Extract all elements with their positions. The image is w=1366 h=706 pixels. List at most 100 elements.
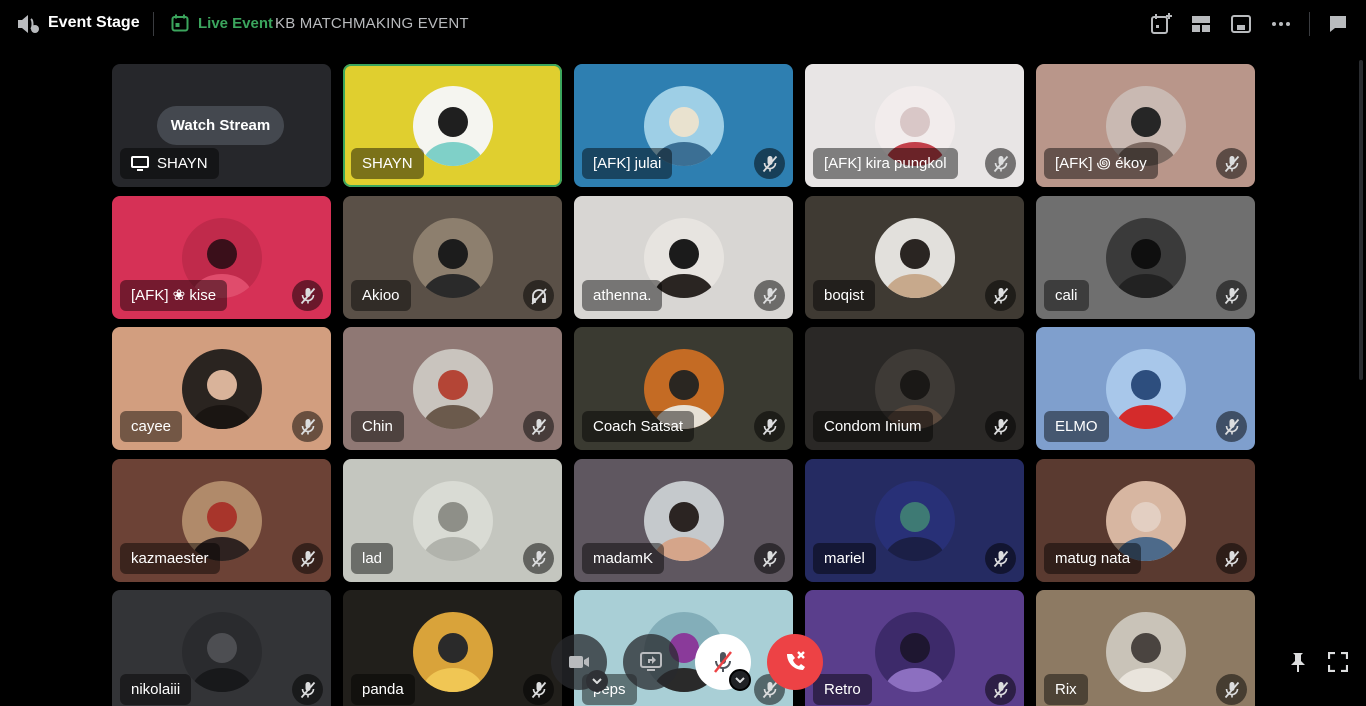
participant-tile[interactable]: nikolaiii bbox=[112, 590, 331, 706]
participant-tile[interactable]: mariel bbox=[805, 459, 1024, 582]
participant-name: cali bbox=[1044, 280, 1089, 311]
participant-tile[interactable]: Coach Satsat bbox=[574, 327, 793, 450]
participant-tile[interactable]: cali bbox=[1036, 196, 1255, 319]
participant-name: [AFK] kira pungkol bbox=[813, 148, 958, 179]
muted-badge bbox=[985, 148, 1016, 179]
pin-icon bbox=[1291, 653, 1305, 672]
microphone-muted-icon bbox=[300, 681, 315, 698]
camera-options-button[interactable] bbox=[586, 670, 608, 692]
participant-tile[interactable]: SHAYN bbox=[343, 64, 562, 187]
avatar bbox=[874, 217, 955, 298]
muted-badge bbox=[1216, 411, 1247, 442]
participant-tile[interactable]: madamK bbox=[574, 459, 793, 582]
participant-name: [AFK] julai bbox=[582, 148, 673, 179]
more-options-button[interactable] bbox=[1269, 12, 1293, 36]
layout-icon bbox=[1192, 16, 1210, 32]
microphone-muted-icon bbox=[993, 287, 1008, 304]
participant-name: ELMO bbox=[1044, 411, 1109, 442]
participant-tile[interactable]: matug nata bbox=[1036, 459, 1255, 582]
microphone-muted-icon bbox=[1224, 418, 1239, 435]
fullscreen-button[interactable] bbox=[1326, 650, 1350, 674]
participant-name: matug nata bbox=[1044, 543, 1142, 574]
participant-tile[interactable]: [AFK] ꩜ ékoy bbox=[1036, 64, 1255, 187]
popout-icon bbox=[1231, 15, 1251, 33]
avatar bbox=[874, 480, 955, 561]
chat-button[interactable] bbox=[1326, 12, 1350, 36]
screen-share-icon bbox=[640, 652, 662, 671]
participant-name: Chin bbox=[351, 411, 404, 442]
participant-tile[interactable]: athenna. bbox=[574, 196, 793, 319]
participant-tile[interactable]: Akioo bbox=[343, 196, 562, 319]
leave-call-button[interactable] bbox=[767, 634, 823, 690]
microphone-muted-icon bbox=[993, 155, 1008, 172]
header-divider bbox=[1309, 12, 1310, 36]
participant-tile[interactable]: lad bbox=[343, 459, 562, 582]
scrollbar[interactable] bbox=[1359, 60, 1363, 380]
participant-tile[interactable]: boqist bbox=[805, 196, 1024, 319]
chat-icon bbox=[1330, 16, 1346, 32]
muted-badge bbox=[292, 543, 323, 574]
participant-name: Akioo bbox=[351, 280, 411, 311]
leave-call-icon bbox=[787, 651, 805, 670]
muted-badge bbox=[754, 543, 785, 574]
participant-name: Condom Inium bbox=[813, 411, 933, 442]
participant-tile[interactable]: peps bbox=[574, 590, 793, 706]
streamer-name: SHAYN bbox=[157, 155, 208, 172]
fullscreen-icon bbox=[1328, 652, 1348, 672]
participant-name: Coach Satsat bbox=[582, 411, 695, 442]
layout-button[interactable] bbox=[1189, 12, 1213, 36]
add-event-button[interactable] bbox=[1149, 12, 1173, 36]
microphone-muted-icon bbox=[531, 550, 546, 567]
header-divider bbox=[153, 12, 154, 36]
participant-name: panda bbox=[351, 674, 415, 705]
avatar bbox=[1105, 348, 1186, 429]
more-icon bbox=[1272, 22, 1290, 26]
muted-badge bbox=[754, 411, 785, 442]
calendar-icon bbox=[171, 14, 189, 32]
screen-share-button[interactable] bbox=[623, 634, 679, 690]
avatar bbox=[412, 85, 493, 166]
microphone-muted-icon bbox=[1224, 550, 1239, 567]
screen-share-icon bbox=[131, 155, 149, 171]
microphone-muted-icon bbox=[762, 287, 777, 304]
participant-tile[interactable]: Condom Inium bbox=[805, 327, 1024, 450]
participant-name: SHAYN bbox=[351, 148, 424, 179]
avatar bbox=[874, 611, 955, 692]
muted-badge bbox=[292, 411, 323, 442]
microphone-muted-icon bbox=[1224, 681, 1239, 698]
participant-tile[interactable]: [AFK] ❀ kise bbox=[112, 196, 331, 319]
popout-button[interactable] bbox=[1229, 12, 1253, 36]
header-bar: Event Stage Live Event KB MATCHMAKING EV… bbox=[0, 0, 1366, 48]
participant-tile[interactable]: [AFK] julai bbox=[574, 64, 793, 187]
participant-tile[interactable]: cayee bbox=[112, 327, 331, 450]
participant-tile[interactable]: Retro bbox=[805, 590, 1024, 706]
participant-name: [AFK] ❀ kise bbox=[120, 280, 228, 311]
watch-stream-button[interactable]: Watch Stream bbox=[157, 106, 284, 145]
stream-tile[interactable]: Watch Stream SHAYN bbox=[112, 64, 331, 187]
muted-badge bbox=[985, 411, 1016, 442]
participant-tile[interactable]: kazmaester bbox=[112, 459, 331, 582]
participant-tile[interactable]: Rix bbox=[1036, 590, 1255, 706]
add-event-icon bbox=[1151, 13, 1172, 34]
pin-button[interactable] bbox=[1286, 650, 1310, 674]
muted-badge bbox=[985, 280, 1016, 311]
participant-name: mariel bbox=[813, 543, 876, 574]
microphone-options-button[interactable] bbox=[729, 669, 751, 691]
participant-name: athenna. bbox=[582, 280, 663, 311]
participant-tile[interactable]: [AFK] kira pungkol bbox=[805, 64, 1024, 187]
microphone-muted-icon bbox=[300, 550, 315, 567]
microphone-muted-icon bbox=[714, 651, 732, 673]
muted-badge bbox=[754, 280, 785, 311]
participant-name: [AFK] ꩜ ékoy bbox=[1044, 148, 1158, 179]
muted-badge bbox=[1216, 148, 1247, 179]
participant-tile[interactable]: ELMO bbox=[1036, 327, 1255, 450]
microphone-muted-icon bbox=[531, 418, 546, 435]
muted-badge bbox=[985, 674, 1016, 705]
participant-tile[interactable]: panda bbox=[343, 590, 562, 706]
microphone-muted-icon bbox=[300, 287, 315, 304]
event-name: KB MATCHMAKING EVENT bbox=[275, 15, 469, 32]
participant-grid: Watch Stream SHAYN SHAYN [AFK] julai [AFK]… bbox=[112, 64, 1255, 706]
participant-name: cayee bbox=[120, 411, 183, 442]
participant-tile[interactable]: Chin bbox=[343, 327, 562, 450]
deafened-badge bbox=[523, 280, 554, 311]
